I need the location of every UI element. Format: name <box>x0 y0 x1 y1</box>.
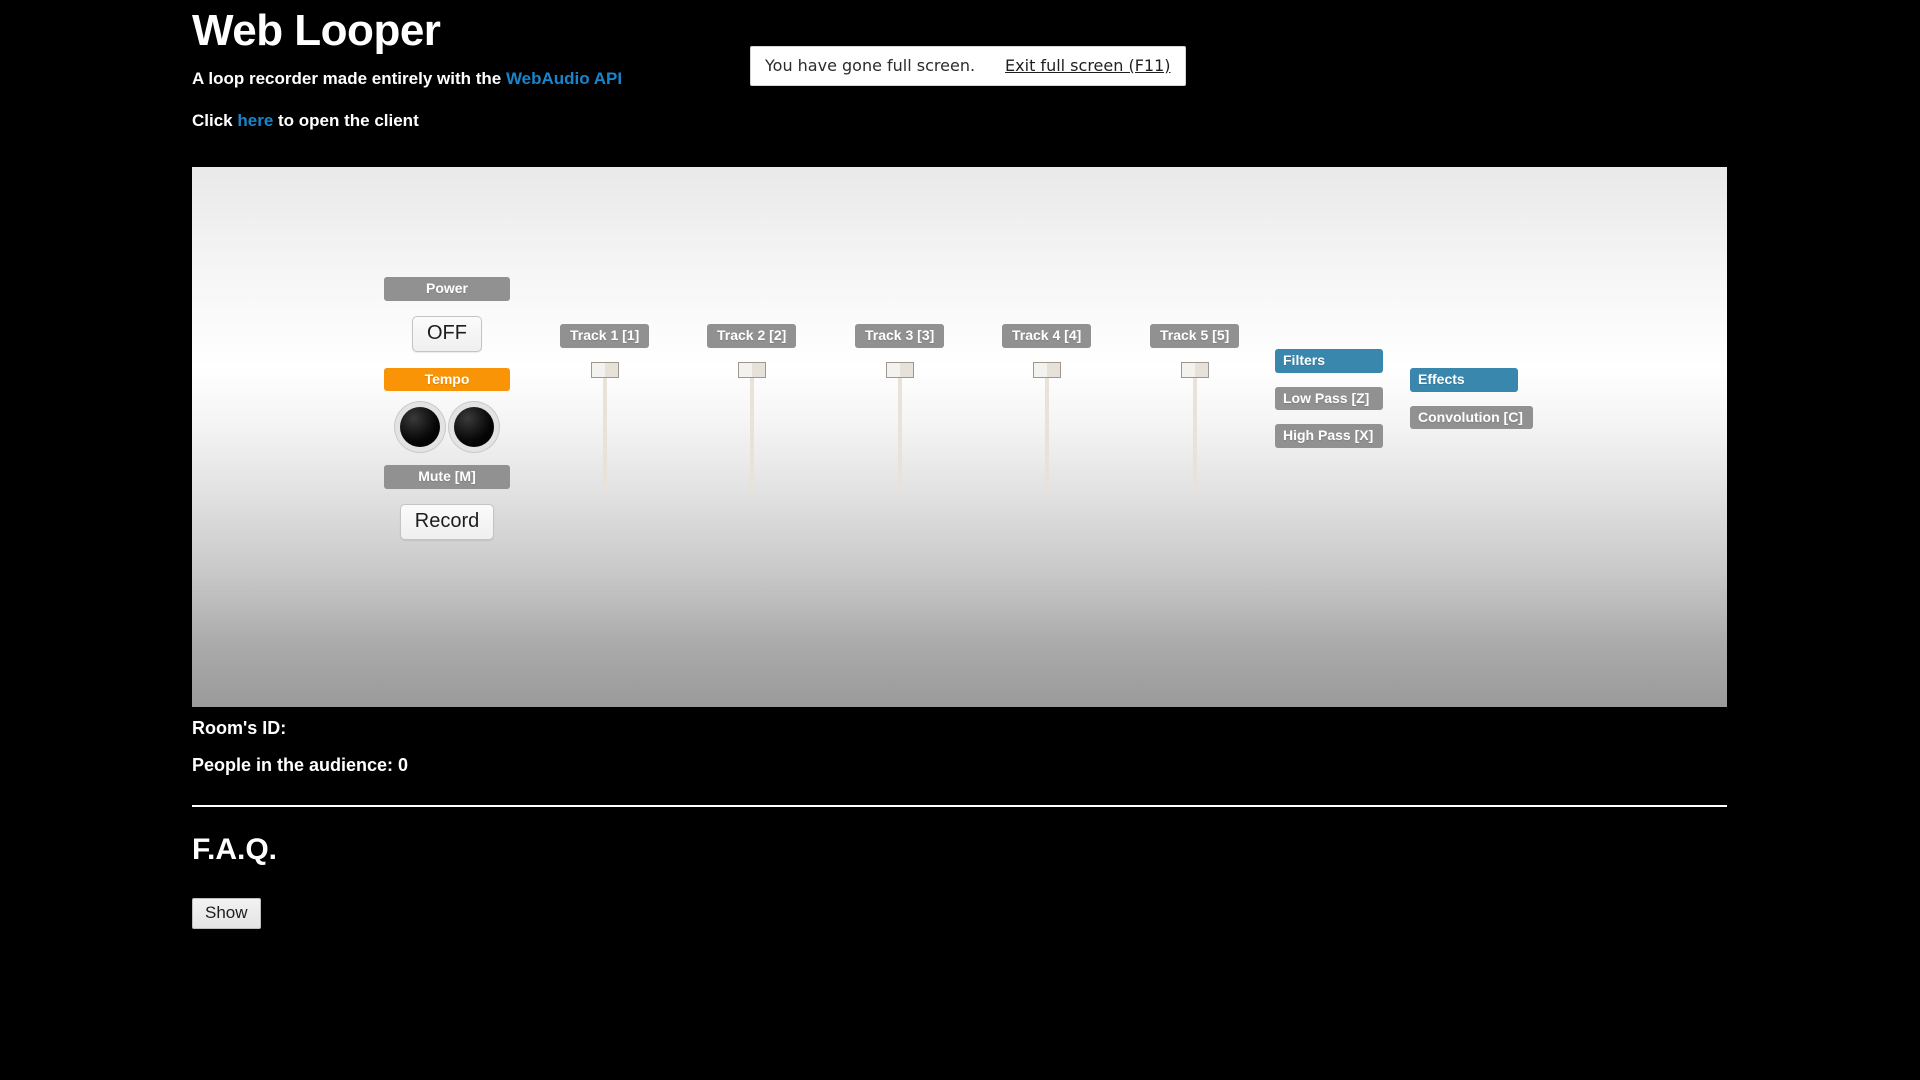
exit-fullscreen-button[interactable]: Exit full screen (F11) <box>1005 56 1170 75</box>
track-4-fader-rail <box>1044 369 1049 492</box>
track-2-fader[interactable] <box>737 361 767 492</box>
filters-column: Filters Low Pass [Z] High Pass [X] <box>1275 349 1384 448</box>
tempo-label: Tempo <box>384 367 510 391</box>
effect-convolution-button[interactable]: Convolution [C] <box>1410 405 1533 429</box>
track-5-fader[interactable] <box>1180 361 1210 492</box>
client-line: Click here to open the client <box>192 111 892 131</box>
fullscreen-notification: You have gone full screen. Exit full scr… <box>750 46 1186 86</box>
open-client-link[interactable]: here <box>237 111 273 130</box>
track-4-label[interactable]: Track 4 [4] <box>1002 324 1092 348</box>
effects-header: Effects <box>1410 368 1518 392</box>
record-button[interactable]: Record <box>399 503 495 540</box>
power-label: Power <box>384 277 510 301</box>
room-id-label: Room's ID: <box>192 718 287 738</box>
track-3-label[interactable]: Track 3 [3] <box>855 324 945 348</box>
filter-low-pass-button[interactable]: Low Pass [Z] <box>1275 386 1384 410</box>
filter-high-pass-button[interactable]: High Pass [X] <box>1275 424 1384 448</box>
audience-count-label: People in the audience: 0 <box>192 755 409 775</box>
tempo-knob-right[interactable] <box>454 407 494 447</box>
track-5: Track 5 [5] <box>1150 324 1240 492</box>
tempo-knob-group <box>400 407 494 447</box>
track-3-fader-rail <box>897 369 902 492</box>
webaudio-api-link[interactable]: WebAudio API <box>506 69 622 88</box>
filters-header: Filters <box>1275 349 1383 373</box>
track-3: Track 3 [3] <box>855 324 945 492</box>
track-4: Track 4 [4] <box>1002 324 1092 492</box>
track-1: Track 1 [1] <box>560 324 650 492</box>
track-5-fader-rail <box>1192 369 1197 492</box>
power-toggle-button[interactable]: OFF <box>412 315 482 352</box>
faq-show-button[interactable]: Show <box>192 898 261 929</box>
fullscreen-message: You have gone full screen. <box>765 56 976 75</box>
track-2: Track 2 [2] <box>707 324 797 492</box>
track-2-fader-handle[interactable] <box>737 361 766 378</box>
track-1-fader[interactable] <box>590 361 620 492</box>
track-2-label[interactable]: Track 2 [2] <box>707 324 797 348</box>
track-5-label[interactable]: Track 5 [5] <box>1150 324 1240 348</box>
client-line-suffix: to open the client <box>273 110 419 130</box>
tempo-knob-left[interactable] <box>400 407 440 447</box>
track-1-label[interactable]: Track 1 [1] <box>560 324 650 348</box>
track-1-fader-rail <box>602 369 607 492</box>
page-root: Web Looper A loop recorder made entirely… <box>0 0 1920 1080</box>
track-3-fader-handle[interactable] <box>885 361 914 378</box>
control-column: Power OFF Tempo Mute [M] Record <box>384 277 510 540</box>
faq-title: F.A.Q. <box>192 833 278 866</box>
track-3-fader[interactable] <box>885 361 915 492</box>
mixer-panel: Power OFF Tempo Mute [M] Record Track 1 … <box>192 167 1727 707</box>
track-1-fader-handle[interactable] <box>590 361 619 378</box>
track-4-fader-handle[interactable] <box>1032 361 1061 378</box>
client-line-prefix: Click <box>192 110 238 130</box>
track-5-fader-handle[interactable] <box>1180 361 1209 378</box>
tagline-text: A loop recorder made entirely with the <box>192 68 506 88</box>
effects-column: Effects Convolution [C] <box>1410 368 1533 429</box>
track-2-fader-rail <box>749 369 754 492</box>
mute-label[interactable]: Mute [M] <box>384 465 510 489</box>
section-divider <box>192 805 1727 807</box>
track-4-fader[interactable] <box>1032 361 1062 492</box>
